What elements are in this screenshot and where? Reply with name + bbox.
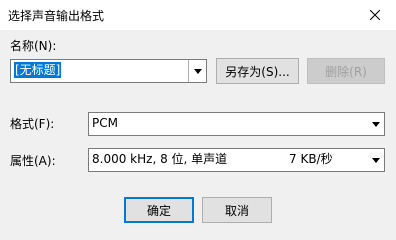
attributes-combobox[interactable]: 8.000 kHz, 8 位, 单声道 7 KB/秒 [88, 148, 385, 172]
sound-format-dialog: 选择声音输出格式 名称(N): [无标题] 另存为(S)... 删除(R) 格式… [0, 0, 396, 240]
chevron-down-icon[interactable] [367, 113, 384, 135]
window-title: 选择声音输出格式 [8, 9, 105, 23]
ok-label: 确定 [146, 203, 171, 218]
format-label: 格式(F): [10, 117, 55, 131]
save-as-button[interactable]: 另存为(S)... [216, 58, 299, 84]
name-label: 名称(N): [10, 39, 57, 53]
delete-button[interactable]: 删除(R) [307, 58, 385, 84]
attributes-value: 8.000 kHz, 8 位, 单声道 [92, 152, 228, 166]
close-button[interactable] [354, 0, 396, 30]
chevron-down-icon[interactable] [367, 149, 384, 171]
chevron-down-icon[interactable] [188, 60, 206, 82]
name-value: [无标题] [14, 62, 62, 78]
save-as-label: 另存为(S)... [225, 64, 290, 79]
ok-button[interactable]: 确定 [124, 197, 194, 223]
name-combobox[interactable]: [无标题] [10, 59, 207, 83]
title-bar: 选择声音输出格式 [0, 0, 396, 30]
attributes-label: 属性(A): [10, 154, 56, 168]
format-value: PCM [92, 116, 118, 130]
dialog-body: 名称(N): [无标题] 另存为(S)... 删除(R) 格式(F): PCM … [0, 30, 396, 240]
cancel-button[interactable]: 取消 [202, 197, 272, 223]
close-icon [370, 10, 380, 20]
cancel-label: 取消 [224, 203, 249, 218]
format-combobox[interactable]: PCM [88, 112, 385, 136]
delete-label: 删除(R) [325, 64, 367, 79]
attributes-rate: 7 KB/秒 [289, 152, 333, 166]
